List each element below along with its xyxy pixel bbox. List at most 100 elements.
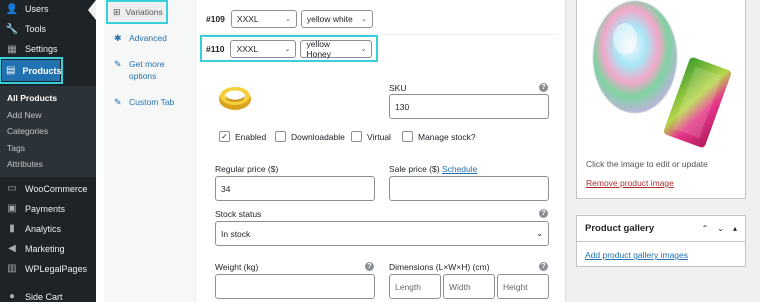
- menu-label: Settings: [25, 44, 58, 54]
- regular-price-input[interactable]: 34: [215, 176, 375, 201]
- select-value: In stock: [221, 228, 251, 239]
- admin-menu: 👤 Users 🔧 Tools ▦ Settings ▤ Products Al…: [0, 0, 96, 302]
- variation-row[interactable]: #109 XXXL ⌄ yellow white ⌄: [203, 8, 376, 29]
- variation-color-select[interactable]: yellow Honey ⌄: [300, 39, 373, 59]
- tab-custom-tab[interactable]: ✎ Custom Tab: [104, 89, 195, 115]
- submenu-categories[interactable]: Categories: [0, 123, 96, 140]
- menu-label: Payments: [25, 203, 66, 214]
- product-data-tabs: ⊞ Variations ✱ Advanced ✎ Get more optio…: [104, 0, 196, 302]
- help-icon[interactable]: ?: [365, 262, 374, 271]
- gear-icon: ✱: [114, 33, 122, 43]
- chevron-down-icon: ⌄: [284, 45, 291, 53]
- product-data-panel: ⊞ Variations ✱ Advanced ✎ Get more optio…: [96, 0, 566, 302]
- add-gallery-images-link[interactable]: Add product gallery images: [585, 250, 688, 260]
- checkbox-box[interactable]: [275, 131, 286, 142]
- tab-variations[interactable]: ⊞ Variations: [106, 0, 168, 24]
- checkbox-box[interactable]: ✓: [219, 131, 230, 142]
- checkbox-label: Enabled: [235, 131, 267, 142]
- virtual-checkbox[interactable]: Virtual: [351, 131, 391, 142]
- variation-number: #109: [206, 13, 225, 24]
- submenu-attributes[interactable]: Attributes: [0, 156, 96, 173]
- gallery-body: Add product gallery images: [577, 242, 745, 268]
- remove-image-link[interactable]: Remove product image: [586, 178, 674, 188]
- variation-image[interactable]: [215, 80, 255, 116]
- checkbox-label: Downloadable: [291, 131, 345, 142]
- checkbox-box[interactable]: [402, 131, 413, 142]
- menu-label: WooCommerce: [25, 183, 88, 194]
- regular-price-label: Regular price ($): [215, 164, 279, 174]
- menu-item-marketing[interactable]: ◀ Marketing: [0, 239, 96, 259]
- caret-up-icon[interactable]: ▴: [733, 224, 737, 233]
- manage-stock-checkbox[interactable]: Manage stock?: [402, 131, 476, 142]
- grid-icon: ⊞: [113, 7, 121, 17]
- gallery-header: Product gallery ⌃ ⌄ ▴: [577, 216, 745, 242]
- stock-status-select[interactable]: In stock ⌄: [215, 221, 549, 246]
- submenu-all-products[interactable]: All Products: [0, 90, 96, 107]
- menu-label: Products: [22, 65, 62, 76]
- chevron-down-icon: ⌄: [360, 45, 367, 53]
- sale-price-input[interactable]: [389, 176, 549, 201]
- right-sidebar: Click the image to edit or update Remove…: [576, 0, 746, 302]
- menu-item-analytics[interactable]: ▮ Analytics: [0, 219, 96, 239]
- menu-label: Analytics: [25, 223, 62, 234]
- menu-label: Side Cart: [25, 291, 63, 302]
- menu-item-side-cart[interactable]: ● Side Cart: [0, 287, 96, 302]
- schedule-link[interactable]: Schedule: [442, 164, 477, 174]
- megaphone-icon: ◀: [8, 243, 16, 254]
- length-input[interactable]: Length: [389, 274, 441, 299]
- menu-item-products[interactable]: ▤ Products: [0, 57, 63, 84]
- tab-label: Advanced: [129, 33, 167, 43]
- chevron-up-icon[interactable]: ⌃: [702, 224, 709, 233]
- downloadable-checkbox[interactable]: Downloadable: [275, 131, 345, 142]
- divider: [199, 34, 557, 35]
- menu-item-woocommerce[interactable]: ▭ WooCommerce: [0, 179, 96, 199]
- wrench-icon: 🔧: [5, 23, 19, 35]
- submenu-tags[interactable]: Tags: [0, 140, 96, 157]
- users-icon: 👤: [5, 3, 19, 15]
- enabled-checkbox[interactable]: ✓ Enabled: [219, 131, 266, 142]
- chevron-down-icon[interactable]: ⌄: [717, 224, 724, 233]
- menu-item-settings[interactable]: ▦ Settings: [0, 39, 96, 59]
- current-arrow: [88, 0, 96, 20]
- width-input[interactable]: Width: [443, 274, 495, 299]
- select-value: XXXL: [236, 43, 259, 54]
- payments-icon: ▣: [7, 203, 17, 214]
- product-image[interactable]: [585, 0, 739, 149]
- menu-item-users[interactable]: 👤 Users: [0, 0, 96, 19]
- tab-get-more-options[interactable]: ✎ Get more options: [104, 51, 195, 89]
- sale-price-text: Sale price ($): [389, 164, 440, 174]
- settings-icon: ▦: [7, 43, 17, 55]
- checkbox-label: Virtual: [367, 131, 391, 142]
- weight-input[interactable]: [215, 274, 375, 299]
- menu-item-wplegalpages[interactable]: ▥ WPLegalPages: [0, 259, 96, 279]
- current-menu-wrap: ▤ Products: [0, 0, 96, 84]
- variation-size-select[interactable]: XXXL ⌄: [230, 39, 297, 58]
- tab-advanced[interactable]: ✱ Advanced: [104, 25, 195, 51]
- dimensions-label: Dimensions (L×W×H) (cm): [389, 262, 490, 272]
- product-image-box: Click the image to edit or update Remove…: [576, 0, 746, 199]
- variation-size-select[interactable]: XXXL ⌄: [230, 9, 297, 28]
- help-icon[interactable]: ?: [539, 209, 548, 218]
- height-input[interactable]: Height: [497, 274, 549, 299]
- legalpages-icon: ▥: [7, 263, 17, 274]
- checkbox-box[interactable]: [351, 131, 362, 142]
- plugin-icon: ✎: [114, 59, 122, 69]
- variation-color-select[interactable]: yellow white ⌄: [300, 9, 373, 28]
- gallery-controls: ⌃ ⌄ ▴: [702, 224, 737, 233]
- archive-icon: ▤: [6, 65, 16, 76]
- page-scrollbar[interactable]: [750, 0, 760, 302]
- chevron-down-icon: ⌄: [536, 229, 543, 238]
- variation-row[interactable]: #110 XXXL ⌄ yellow Honey ⌄: [199, 35, 379, 62]
- stock-status-label: Stock status: [215, 209, 262, 219]
- select-value: XXXL: [236, 13, 259, 24]
- tab-label: Variations: [125, 7, 163, 17]
- cart-icon: ●: [8, 291, 16, 302]
- image-hint: Click the image to edit or update: [586, 159, 708, 169]
- variations-content: #109 XXXL ⌄ yellow white ⌄ #110 XXXL ⌄ yell…: [199, 0, 557, 302]
- menu-item-payments[interactable]: ▣ Payments: [0, 199, 96, 219]
- submenu-add-new[interactable]: Add New: [0, 107, 96, 124]
- sku-input[interactable]: 130: [389, 94, 549, 119]
- help-icon[interactable]: ?: [539, 262, 548, 271]
- menu-item-tools[interactable]: 🔧 Tools: [0, 19, 96, 39]
- help-icon[interactable]: ?: [539, 83, 548, 92]
